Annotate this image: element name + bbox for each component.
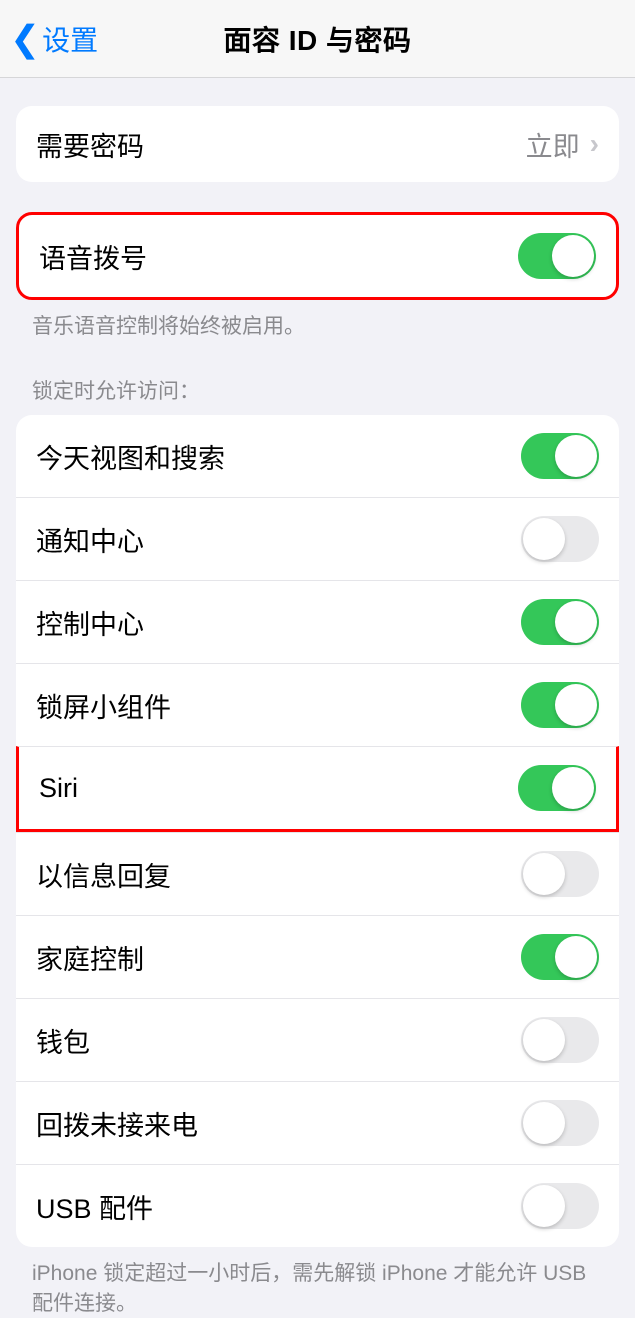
voice-dial-group: 语音拨号 — [16, 212, 619, 300]
wallet-label: 钱包 — [36, 1021, 90, 1060]
voice-dial-row: 语音拨号 — [19, 215, 616, 297]
usb-accessories-label: USB 配件 — [36, 1187, 153, 1226]
siri-row: Siri — [16, 746, 619, 832]
locked-access-header: 锁定时允许访问： — [0, 341, 635, 415]
require-passcode-value: 立即 — [526, 125, 580, 164]
locked-access-group: 今天视图和搜索 通知中心 控制中心 锁屏小组件 Siri 以信息回复 家庭控制 — [16, 415, 619, 1247]
home-control-row: 家庭控制 — [16, 915, 619, 998]
notification-center-row: 通知中心 — [16, 497, 619, 580]
home-control-label: 家庭控制 — [36, 938, 144, 977]
siri-toggle[interactable] — [518, 765, 596, 811]
home-control-toggle[interactable] — [521, 934, 599, 980]
lock-widgets-label: 锁屏小组件 — [36, 686, 171, 725]
wallet-toggle[interactable] — [521, 1017, 599, 1063]
require-passcode-row[interactable]: 需要密码 立即 › — [16, 106, 619, 182]
usb-footer: iPhone 锁定超过一小时后，需先解锁 iPhone 才能允许 USB 配件连… — [0, 1247, 635, 1318]
usb-accessories-row: USB 配件 — [16, 1164, 619, 1247]
nav-header: ❮ 设置 面容 ID 与密码 — [0, 0, 635, 78]
chevron-left-icon: ❮ — [10, 21, 40, 57]
control-center-label: 控制中心 — [36, 603, 144, 642]
voice-dial-label: 语音拨号 — [39, 237, 147, 276]
page-title: 面容 ID 与密码 — [223, 19, 411, 59]
control-center-toggle[interactable] — [521, 599, 599, 645]
siri-label: Siri — [39, 773, 78, 804]
voice-dial-toggle[interactable] — [518, 233, 596, 279]
voice-dial-footer: 音乐语音控制将始终被启用。 — [0, 300, 635, 341]
return-missed-row: 回拨未接来电 — [16, 1081, 619, 1164]
return-missed-toggle[interactable] — [521, 1100, 599, 1146]
reply-message-row: 以信息回复 — [16, 832, 619, 915]
usb-accessories-toggle[interactable] — [521, 1183, 599, 1229]
lock-widgets-toggle[interactable] — [521, 682, 599, 728]
reply-message-toggle[interactable] — [521, 851, 599, 897]
require-passcode-label: 需要密码 — [36, 125, 144, 164]
back-label: 设置 — [42, 19, 98, 59]
today-view-label: 今天视图和搜索 — [36, 437, 225, 476]
reply-message-label: 以信息回复 — [36, 855, 171, 894]
require-passcode-group: 需要密码 立即 › — [16, 106, 619, 182]
today-view-toggle[interactable] — [521, 433, 599, 479]
return-missed-label: 回拨未接来电 — [36, 1104, 198, 1143]
lock-widgets-row: 锁屏小组件 — [16, 663, 619, 746]
chevron-right-icon: › — [590, 128, 599, 160]
notification-center-toggle[interactable] — [521, 516, 599, 562]
today-view-row: 今天视图和搜索 — [16, 415, 619, 497]
control-center-row: 控制中心 — [16, 580, 619, 663]
back-button[interactable]: ❮ 设置 — [0, 19, 98, 59]
wallet-row: 钱包 — [16, 998, 619, 1081]
notification-center-label: 通知中心 — [36, 520, 144, 559]
